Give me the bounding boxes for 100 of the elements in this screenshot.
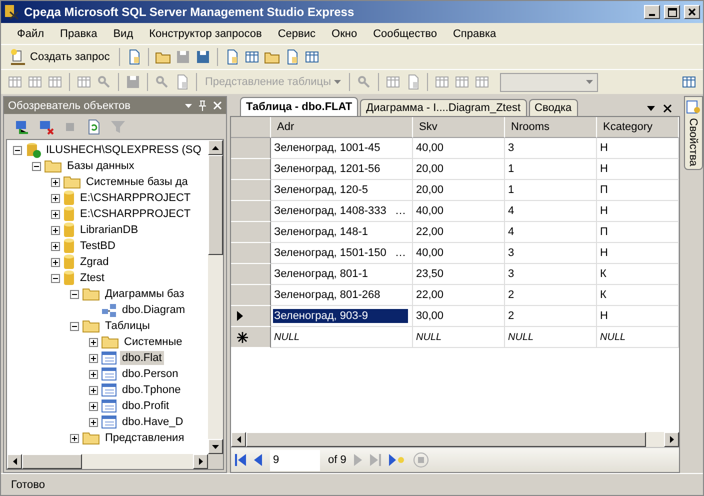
- table-cell[interactable]: Н: [597, 306, 679, 327]
- menu-item[interactable]: Вид: [105, 28, 142, 40]
- menu-item[interactable]: Конструктор запросов: [141, 28, 270, 40]
- close-button[interactable]: [684, 5, 700, 19]
- table-cell[interactable]: 23,50: [413, 264, 505, 285]
- connect-icon[interactable]: [14, 118, 30, 134]
- table-cell[interactable]: Зеленоград, 1201-56: [271, 159, 413, 180]
- table-cell[interactable]: 22,00: [413, 222, 505, 243]
- tree-item[interactable]: dbo.Person: [120, 367, 180, 381]
- table-cell[interactable]: 1: [505, 180, 597, 201]
- tree-item[interactable]: Zgrad: [78, 255, 111, 269]
- column-header[interactable]: Nrooms: [505, 117, 597, 138]
- tree-item[interactable]: dbo.Flat: [120, 351, 164, 365]
- table-cell[interactable]: К: [597, 285, 679, 306]
- collapse-toggle[interactable]: [70, 290, 79, 298]
- scroll-up-button[interactable]: [208, 140, 223, 155]
- table-cell[interactable]: 20,00: [413, 180, 505, 201]
- document-tab[interactable]: Диаграмма - I....Diagram_Ztest: [360, 99, 527, 116]
- floppy-icon[interactable]: [194, 49, 211, 65]
- expand-toggle[interactable]: [51, 178, 60, 186]
- tree-item[interactable]: dbo.Profit: [120, 399, 172, 413]
- tree-item[interactable]: Системные: [122, 335, 184, 349]
- table-cell[interactable]: 4: [505, 201, 597, 222]
- scroll-thumb[interactable]: [208, 155, 223, 255]
- tree-item[interactable]: TestBD: [78, 239, 118, 253]
- scroll-left-button[interactable]: [231, 432, 246, 447]
- table-cell[interactable]: 3: [505, 243, 597, 264]
- table-cell[interactable]: 3: [505, 138, 597, 159]
- maximize-button[interactable]: [664, 5, 680, 19]
- tree-item[interactable]: ILUSHECH\SQLEXPRESS (SQ: [44, 143, 204, 157]
- expand-toggle[interactable]: [89, 402, 98, 410]
- table-cell[interactable]: 22,00: [413, 285, 505, 306]
- table-cell[interactable]: П: [597, 180, 679, 201]
- expand-toggle[interactable]: [51, 194, 60, 202]
- expand-toggle[interactable]: [51, 242, 60, 250]
- scroll-left-button[interactable]: [7, 454, 22, 469]
- column-header[interactable]: Kcategory: [597, 117, 679, 138]
- minimize-button[interactable]: [644, 5, 660, 19]
- menu-item[interactable]: Справка: [444, 28, 504, 40]
- tree-item[interactable]: Ztest: [78, 271, 106, 285]
- tree-item[interactable]: Базы данных: [65, 159, 136, 173]
- table-cell[interactable]: NULL: [271, 327, 413, 348]
- table-cell[interactable]: Н: [597, 201, 679, 222]
- table-cell[interactable]: Н: [597, 138, 679, 159]
- expand-toggle[interactable]: [89, 418, 98, 426]
- properties-side-tab[interactable]: Свойства: [684, 96, 702, 170]
- vertical-scrollbar[interactable]: [208, 140, 223, 454]
- document-tab[interactable]: Сводка: [528, 99, 578, 116]
- grid-icon[interactable]: [304, 49, 320, 65]
- menu-item[interactable]: Окно: [324, 28, 366, 40]
- table-cell[interactable]: Зеленоград, 801-1: [271, 264, 413, 285]
- tree-item[interactable]: Диаграммы баз: [103, 287, 186, 301]
- table-cell[interactable]: 30,00: [413, 306, 505, 327]
- pin-icon[interactable]: [198, 100, 207, 111]
- table-cell[interactable]: Зеленоград, 120-5: [271, 180, 413, 201]
- previous-record-icon[interactable]: [254, 454, 262, 466]
- scroll-thumb[interactable]: [22, 454, 82, 469]
- collapse-toggle[interactable]: [51, 274, 60, 282]
- document-tab[interactable]: Таблица - dbo.FLAT: [240, 97, 358, 116]
- tree-item[interactable]: E:\CSHARPPROJECT: [78, 207, 193, 221]
- table-cell[interactable]: Зеленоград, 1001-45: [271, 138, 413, 159]
- menu-item[interactable]: Файл: [9, 28, 52, 40]
- table-cell[interactable]: 20,00: [413, 159, 505, 180]
- expand-toggle[interactable]: [89, 354, 98, 362]
- scroll-right-button[interactable]: [664, 432, 679, 447]
- collapse-toggle[interactable]: [70, 322, 79, 330]
- tree-item[interactable]: Таблицы: [103, 319, 152, 333]
- table-cell[interactable]: Зеленоград, 148-1: [271, 222, 413, 243]
- grid-icon[interactable]: [681, 74, 697, 90]
- tree-item[interactable]: dbo.Have_D: [120, 415, 186, 429]
- close-icon[interactable]: [663, 104, 672, 113]
- table-cell[interactable]: 40,00: [413, 138, 505, 159]
- table-cell[interactable]: NULL: [413, 327, 505, 348]
- grid-icon[interactable]: [244, 49, 260, 65]
- table-cell[interactable]: К: [597, 264, 679, 285]
- collapse-toggle[interactable]: [32, 162, 41, 170]
- position-field[interactable]: 9: [270, 450, 320, 470]
- caret-icon[interactable]: [647, 106, 655, 111]
- refresh-icon[interactable]: [86, 118, 102, 134]
- expand-toggle[interactable]: [89, 338, 98, 346]
- column-header[interactable]: Skv: [413, 117, 505, 138]
- table-cell[interactable]: 40,00: [413, 243, 505, 264]
- table-cell[interactable]: 4: [505, 222, 597, 243]
- column-header[interactable]: Adr: [271, 117, 413, 138]
- table-cell[interactable]: 2: [505, 306, 597, 327]
- tree-item[interactable]: dbo.Diagram: [120, 303, 187, 317]
- expand-toggle[interactable]: [51, 210, 60, 218]
- menu-item[interactable]: Правка: [52, 28, 106, 40]
- horizontal-scrollbar[interactable]: [7, 454, 208, 469]
- first-record-icon[interactable]: [235, 454, 246, 466]
- table-cell[interactable]: Н: [597, 243, 679, 264]
- tree-item[interactable]: dbo.Tphone: [120, 383, 183, 397]
- row-header[interactable]: [231, 327, 271, 348]
- tree-item[interactable]: Представления: [103, 431, 186, 445]
- table-cell[interactable]: П: [597, 222, 679, 243]
- table-cell[interactable]: 1: [505, 159, 597, 180]
- table-cell[interactable]: Зеленоград, 1408-333 …: [271, 201, 413, 222]
- expand-toggle[interactable]: [70, 434, 79, 442]
- expand-toggle[interactable]: [51, 258, 60, 266]
- expand-toggle[interactable]: [89, 370, 98, 378]
